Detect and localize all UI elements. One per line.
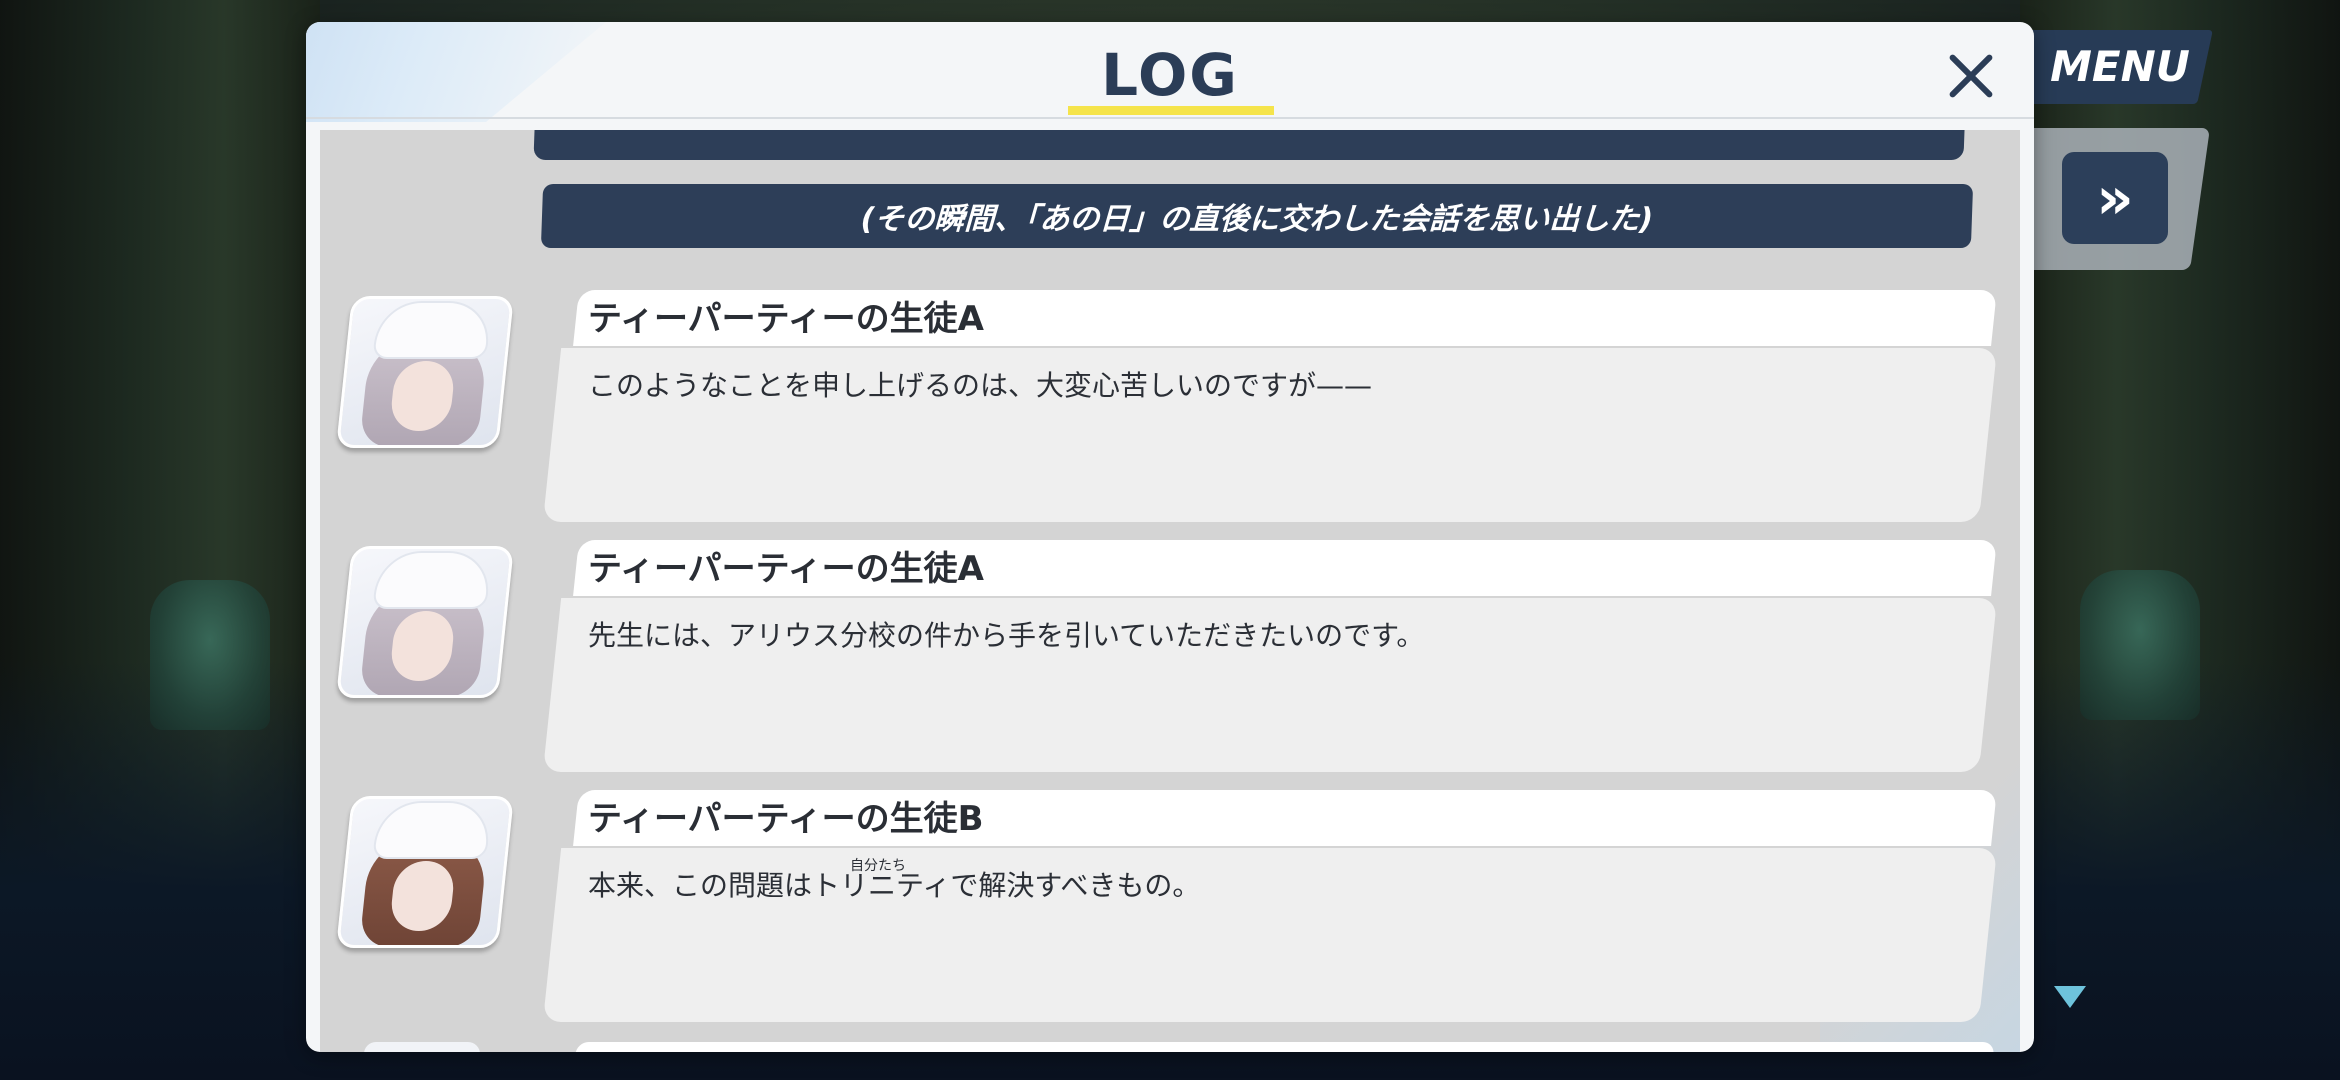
log-modal: LOG (その瞬間、「あの日」の直後に交わした会話を思い出した) ティーパーティ…	[306, 22, 2034, 1052]
close-icon[interactable]	[1936, 42, 2006, 112]
modal-title: LOG	[1101, 41, 1239, 109]
character-portrait	[336, 296, 514, 448]
speaker-name: ティーパーティーの生徒B	[588, 799, 984, 839]
dialogue-text: このようなことを申し上げるのは、大変心苦しいのですが——	[588, 369, 1373, 402]
portrait-hat	[372, 301, 493, 359]
speaker-name: ティーパーティーの生徒A	[588, 299, 984, 339]
speaker-name: ティーパーティーの生徒A	[588, 549, 984, 589]
scroll-down-triangle-icon	[2054, 986, 2086, 1008]
modal-header: LOG	[306, 22, 2034, 117]
previous-narration-bar	[533, 130, 1965, 160]
log-entry: ティーパーティーの生徒B 自分たち 本来、この問題はトリニティで解決すべきもの。	[320, 790, 2020, 1030]
portrait-hat	[372, 551, 493, 609]
dialogue-text: 本来、この問題はトリニティで解決すべきもの。	[588, 869, 1201, 902]
narration-bar: (その瞬間、「あの日」の直後に交わした会話を思い出した)	[540, 184, 1974, 248]
log-scroll-area[interactable]: (その瞬間、「あの日」の直後に交わした会話を思い出した) ティーパーティーの生徒…	[320, 130, 2020, 1052]
portrait-hat	[372, 801, 493, 859]
background-chair	[2080, 570, 2200, 720]
character-portrait	[364, 1042, 480, 1052]
title-underline	[1068, 106, 1274, 115]
background-chair	[150, 580, 270, 730]
log-entry-partial	[320, 1042, 2020, 1052]
menu-button[interactable]: MENU	[2040, 36, 2200, 98]
character-portrait	[336, 546, 514, 698]
header-divider	[306, 117, 2034, 119]
speaker-name-plate	[575, 1042, 1995, 1052]
character-portrait	[336, 796, 514, 948]
log-entry: ティーパーティーの生徒A このようなことを申し上げるのは、大変心苦しいのですが—…	[320, 290, 2020, 530]
dialogue-text: 先生には、アリウス分校の件から手を引いていただきたいのです。	[588, 619, 1425, 652]
narration-text: (その瞬間、「あの日」の直後に交わした会話を思い出した)	[860, 202, 1654, 237]
fast-forward-icon[interactable]: »	[2062, 152, 2168, 244]
log-entry: ティーパーティーの生徒A 先生には、アリウス分校の件から手を引いていただきたいの…	[320, 540, 2020, 780]
